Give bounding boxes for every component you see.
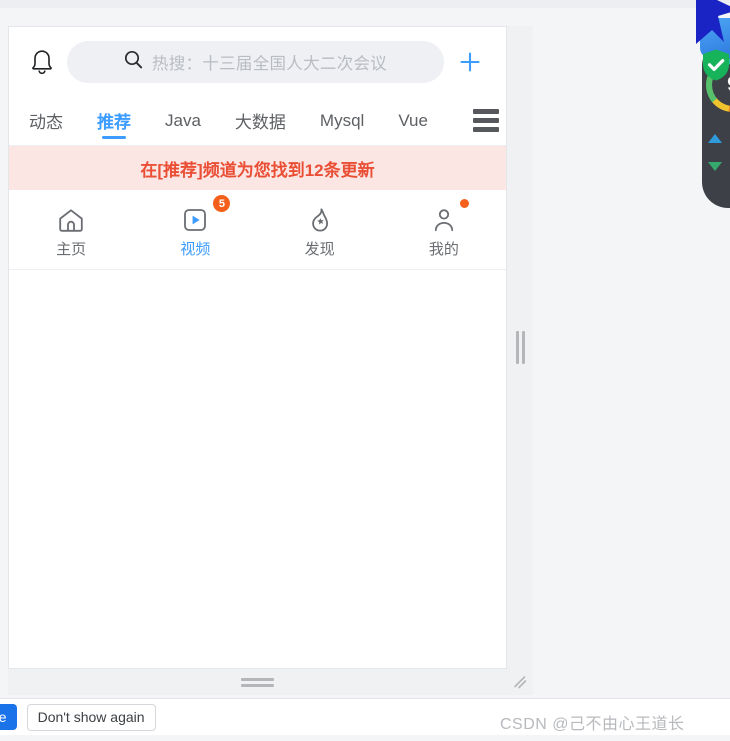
upload-speed-arrow-icon <box>708 134 722 143</box>
menu-line <box>473 118 499 123</box>
nav-item-label: 主页 <box>56 241 87 258</box>
channel-tab-list: 动态 推荐 Java 大数据 Mysql Vue <box>29 96 466 145</box>
person-icon <box>427 199 469 236</box>
video-badge-count: 5 <box>213 195 231 212</box>
menu-line <box>473 127 499 132</box>
download-speed-arrow-icon <box>708 162 722 171</box>
channel-tab-bar: 动态 推荐 Java 大数据 Mysql Vue <box>9 96 506 146</box>
search-input[interactable]: 热搜：十三届全国人大二次会议 <box>67 40 444 83</box>
flame-icon <box>303 204 337 236</box>
channel-tab-label: 大数据 <box>234 113 286 132</box>
video-play-icon: 5 <box>178 195 231 236</box>
cursor-arrow-icon <box>694 0 730 60</box>
nav-item-video[interactable]: 5 视频 <box>151 195 239 258</box>
grip-line <box>515 331 519 364</box>
grip-line <box>241 677 274 681</box>
menu-line <box>473 109 499 114</box>
app-topbar: 热搜：十三届全国人大二次会议 <box>9 27 506 96</box>
nav-item-label: 我的 <box>428 241 459 258</box>
home-icon <box>54 204 88 236</box>
resize-grip-horizontal <box>241 677 274 687</box>
channel-tab-bigdata[interactable]: 大数据 <box>218 96 303 145</box>
grip-line <box>521 331 525 364</box>
channel-tab-label: Mysql <box>319 110 365 130</box>
dont-show-again-button[interactable]: Don't show again <box>26 703 156 731</box>
nav-item-mine[interactable]: 我的 <box>400 199 488 258</box>
resize-handle-bottom[interactable] <box>8 669 507 695</box>
channel-tab-dongtai[interactable]: 动态 <box>29 96 80 145</box>
corner-grip-icon <box>514 676 527 689</box>
channel-tab-tuijian[interactable]: 推荐 <box>80 96 148 145</box>
channel-tab-mysql[interactable]: Mysql <box>303 96 381 145</box>
channel-tab-label: Java <box>165 110 201 130</box>
grip-line <box>241 683 274 687</box>
nav-item-home[interactable]: 主页 <box>27 204 115 257</box>
active-channel-underline <box>102 136 126 139</box>
app-bottom-nav: 主页 5 视频 发现 我的 <box>9 190 506 270</box>
channel-tab-java[interactable]: Java <box>148 96 218 145</box>
page-bottom-strip <box>0 735 730 741</box>
resize-handle-corner[interactable] <box>507 669 533 695</box>
update-notice-banner[interactable]: 在[推荐]频道为您找到12条更新 <box>9 146 506 190</box>
search-placeholder-text: 热搜：十三届全国人大二次会议 <box>151 54 388 73</box>
translate-language-label: ese <box>0 709 7 725</box>
plus-icon[interactable] <box>448 42 492 82</box>
update-notice-text: 在[推荐]频道为您找到12条更新 <box>140 160 375 180</box>
mine-badge-dot <box>459 199 469 208</box>
resize-grip-vertical <box>515 331 525 364</box>
channel-tab-label: Vue <box>398 110 428 130</box>
nav-item-discover[interactable]: 发现 <box>276 204 364 257</box>
search-icon <box>124 50 143 74</box>
resize-handle-right[interactable] <box>507 26 533 669</box>
csdn-watermark: CSDN @己不由心王道长 <box>500 716 685 733</box>
translate-language-button[interactable]: ese <box>0 704 17 730</box>
dont-show-again-label: Don't show again <box>37 709 145 725</box>
backdrop-top-strip <box>0 0 730 8</box>
nav-item-label: 发现 <box>304 241 335 258</box>
device-emulation-frame: 热搜：十三届全国人大二次会议 动态 推荐 Java 大数据 Mysql Vue … <box>8 26 507 669</box>
hamburger-menu-icon[interactable] <box>466 96 506 145</box>
channel-tab-label: 推荐 <box>97 113 131 132</box>
channel-tab-label: 动态 <box>29 113 63 132</box>
channel-tab-vue[interactable]: Vue <box>381 96 445 145</box>
bell-icon[interactable] <box>25 45 59 79</box>
nav-item-label: 视频 <box>180 241 211 258</box>
